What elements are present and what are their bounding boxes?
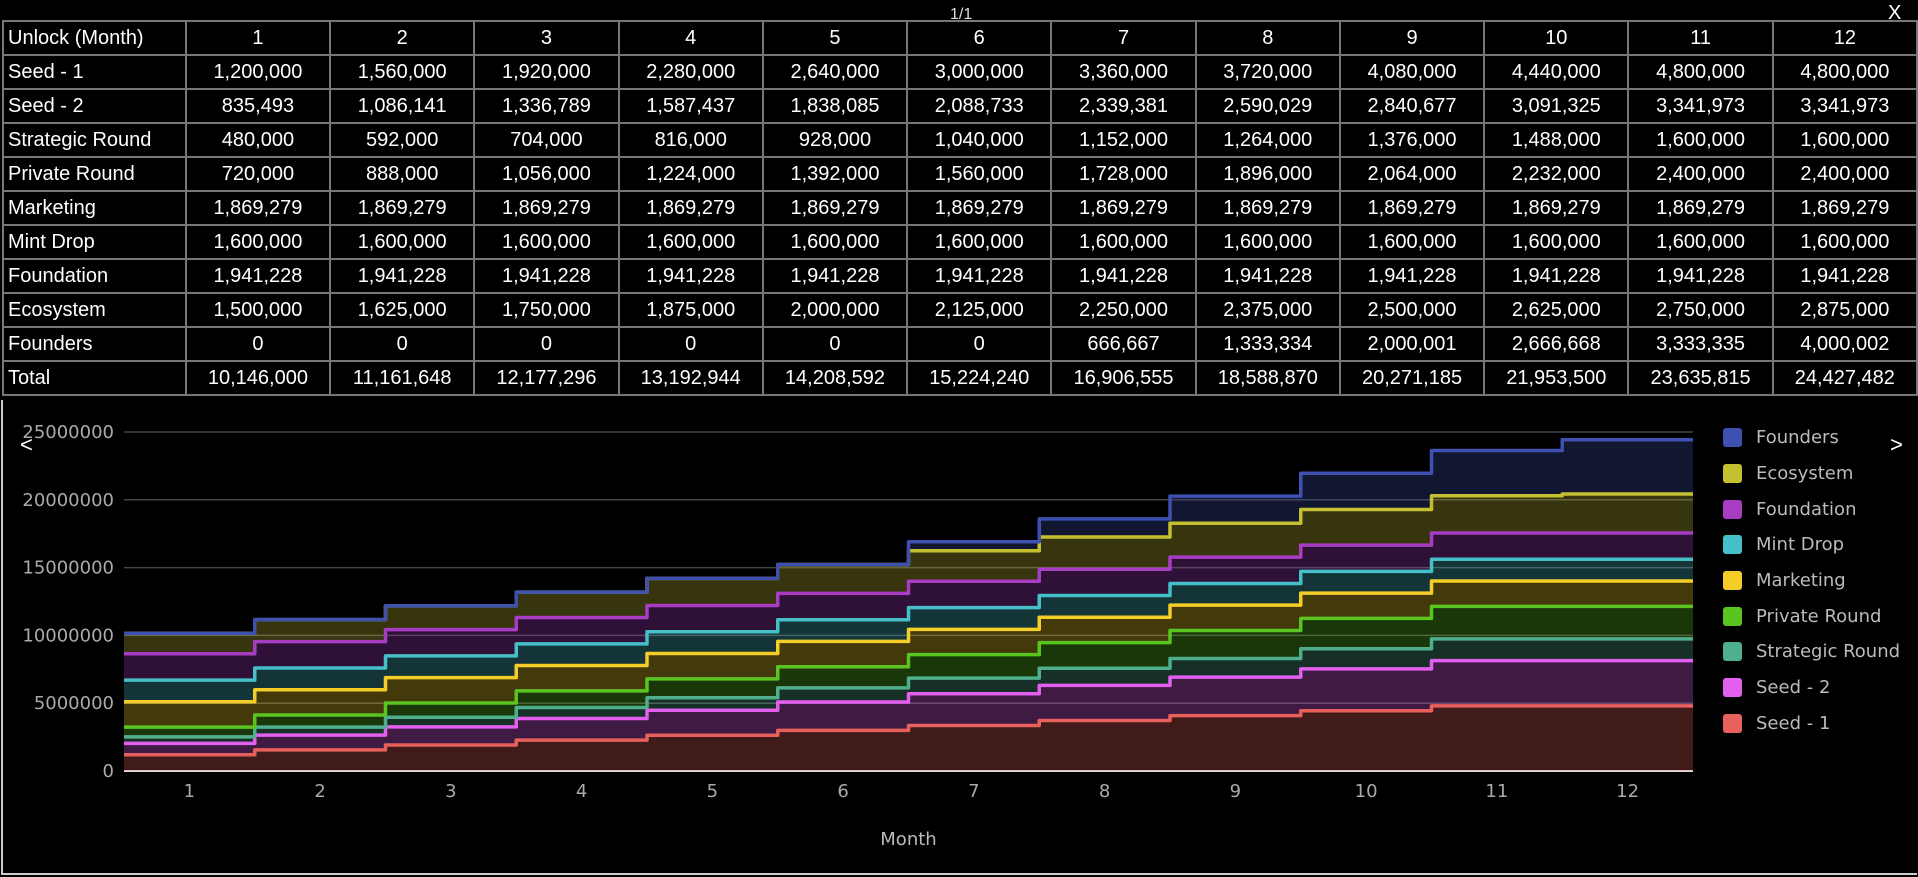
- legend-label: Marketing: [1756, 570, 1846, 592]
- legend-label: Foundation: [1756, 498, 1857, 520]
- x-tick-label: 3: [445, 781, 456, 802]
- y-tick-label: 25000000: [22, 422, 114, 443]
- x-tick-label: 4: [576, 781, 587, 802]
- x-tick-label: 2: [314, 781, 325, 802]
- y-tick-label: 0: [103, 761, 114, 782]
- legend-item[interactable]: Private Round: [1723, 598, 1900, 634]
- y-tick-label: 5000000: [34, 693, 114, 714]
- legend-label: Strategic Round: [1756, 641, 1901, 663]
- stacked-area-chart: 0 5000000 10000000 15000000 20000000 25000000…: [22, 422, 1693, 850]
- legend-swatch: [1723, 535, 1742, 555]
- legend-swatch: [1723, 428, 1742, 448]
- legend-item[interactable]: Marketing: [1723, 563, 1900, 599]
- legend-item[interactable]: Seed - 1: [1723, 706, 1900, 742]
- legend-label: Seed - 2: [1756, 677, 1831, 699]
- x-tick-label: 12: [1616, 781, 1639, 802]
- legend-swatch: [1723, 713, 1742, 733]
- legend-item[interactable]: Founders: [1723, 420, 1900, 456]
- legend-swatch: [1723, 464, 1742, 484]
- y-tick-label: 15000000: [22, 558, 114, 579]
- x-tick-label: 5: [707, 781, 718, 802]
- x-tick-label: 10: [1355, 781, 1378, 802]
- legend-item[interactable]: Foundation: [1723, 491, 1900, 527]
- x-tick-label: 8: [1099, 781, 1110, 802]
- legend-label: Private Round: [1756, 605, 1882, 627]
- legend-item[interactable]: Strategic Round: [1723, 634, 1900, 670]
- x-tick-label: 1: [184, 781, 195, 802]
- legend-swatch: [1723, 571, 1742, 591]
- x-tick-label: 6: [837, 781, 848, 802]
- legend-label: Mint Drop: [1756, 534, 1845, 556]
- x-axis-title: Month: [880, 829, 936, 850]
- prev-arrow-icon[interactable]: <: [20, 432, 33, 458]
- legend-label: Seed - 1: [1756, 712, 1831, 734]
- legend-swatch: [1723, 606, 1742, 626]
- x-tick-label: 7: [968, 781, 979, 802]
- chart-legend: Founders Ecosystem Foundation Mint Drop Mark…: [1723, 420, 1900, 741]
- legend-swatch: [1723, 642, 1742, 662]
- legend-label: Founders: [1756, 427, 1839, 449]
- legend-item[interactable]: Mint Drop: [1723, 527, 1900, 563]
- y-tick-label: 20000000: [22, 490, 114, 511]
- legend-swatch: [1723, 678, 1742, 698]
- legend-swatch: [1723, 499, 1742, 519]
- x-tick-label: 11: [1485, 781, 1508, 802]
- x-tick-label: 9: [1230, 781, 1241, 802]
- legend-item[interactable]: Ecosystem: [1723, 456, 1900, 492]
- legend-item[interactable]: Seed - 2: [1723, 670, 1900, 706]
- y-tick-label: 10000000: [22, 625, 114, 646]
- legend-label: Ecosystem: [1756, 463, 1854, 485]
